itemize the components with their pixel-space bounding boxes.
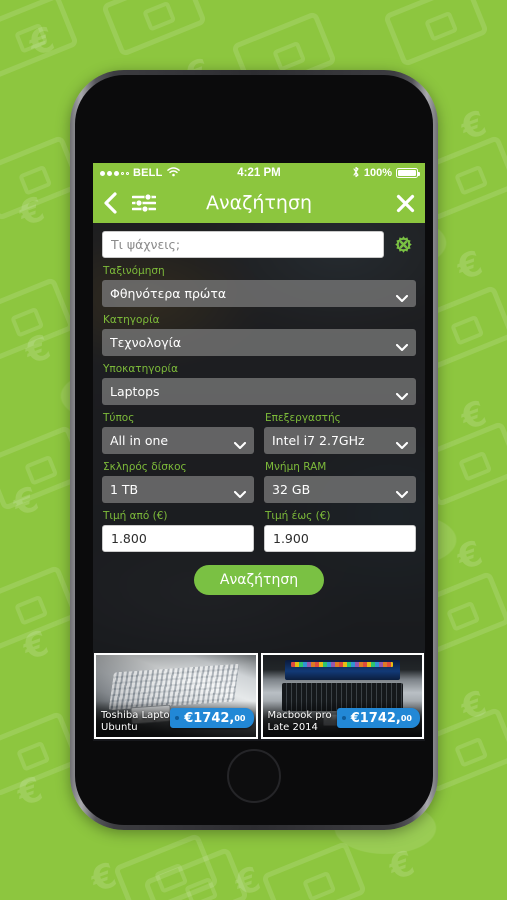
submit-row: Αναζήτηση [102,565,416,595]
price-to-input[interactable] [264,525,416,552]
select-category[interactable]: Τεχνολογία [102,329,416,356]
field-group-sort: Ταξινόμηση Φθηνότερα πρώτα [102,265,416,307]
field-label-category: Κατηγορία [103,314,160,326]
field-group-ram: Μνήμη RAM 32 GB [264,454,416,503]
product-card-macbook[interactable]: Macbook pro Late 2014 €1742, 00 [260,653,424,739]
field-row-price-range: Τιμή από (€) Τιμή έως (€) [102,503,416,552]
battery-percent-label: 100% [363,167,392,179]
signal-strength-icon [100,170,129,176]
app-content: BELL 4:21 PM 100% Αναζήτηση Τι ψάχνεις; … [93,163,425,741]
product-card-toshiba[interactable]: Toshiba Laptop Ubuntu €1742, 00 [94,653,258,739]
select-type[interactable]: All in one [102,427,254,454]
close-x-icon[interactable] [396,194,415,213]
wifi-icon [166,166,180,180]
field-row-disk-ram: Σκληρός δίσκος 1 TB Μνήμη RAM 32 GB [102,454,416,503]
price-amount: €1742, [350,710,401,726]
price-amount: €1742, [184,710,235,726]
bluetooth-icon [352,166,360,181]
chevron-left-icon[interactable] [103,192,118,214]
price-cents: 00 [234,713,246,723]
select-sort[interactable]: Φθηνότερα πρώτα [102,280,416,307]
field-label-hard-disk: Σκληρός δίσκος [103,461,187,473]
chevron-down-icon [233,486,247,499]
select-processor-value: Intel i7 2.7GHz [272,433,365,448]
select-subcategory[interactable]: Laptops [102,378,416,405]
carrier-label: BELL [133,167,163,179]
search-row [102,231,416,258]
chevron-down-icon [395,339,409,352]
navigation-bar: Αναζήτηση [93,183,425,223]
field-group-type: Τύπος All in one [102,405,254,454]
product-title-macbook: Macbook pro Late 2014 [268,710,332,733]
field-label-type: Τύπος [103,412,135,424]
chevron-down-icon [233,437,247,450]
field-group-subcategory: Υποκατηγορία Laptops [102,363,416,405]
status-bar-left: BELL [100,166,259,180]
chevron-down-icon [395,388,409,401]
chevron-down-icon [395,290,409,303]
phone-screen: BELL 4:21 PM 100% Αναζήτηση Τι ψάχνεις; … [93,163,425,741]
select-ram[interactable]: 32 GB [264,476,416,503]
page-root: € € € € € € € € € € € € € € € [0,0,507,900]
product-title-line2: Late 2014 [267,721,318,733]
select-hard-disk[interactable]: 1 TB [102,476,254,503]
field-group-price-from: Τιμή από (€) [102,503,254,552]
chevron-down-icon [395,486,409,499]
select-processor[interactable]: Intel i7 2.7GHz [264,427,416,454]
field-row-type-processor: Τύπος All in one Επεξεργαστής Intel i7 2… [102,405,416,454]
field-group-category: Κατηγορία Τεχνολογία [102,314,416,356]
product-title-line1: Toshiba Laptop [101,710,176,721]
select-ram-value: 32 GB [272,482,311,497]
select-category-value: Τεχνολογία [110,335,182,350]
chevron-down-icon [395,437,409,450]
product-title-line1: Macbook pro [267,710,332,721]
select-type-value: All in one [110,433,169,448]
phone-bezel: BELL 4:21 PM 100% Αναζήτηση Τι ψάχνεις; … [75,75,433,825]
search-input[interactable] [102,231,384,258]
field-label-processor: Επεξεργαστής [265,412,341,424]
field-group-hard-disk: Σκληρός δίσκος 1 TB [102,454,254,503]
sliders-icon[interactable] [132,193,156,213]
gear-icon[interactable] [391,232,416,257]
phone-device-frame: BELL 4:21 PM 100% Αναζήτηση Τι ψάχνεις; … [70,70,438,830]
product-title-toshiba: Toshiba Laptop Ubuntu [101,710,176,733]
search-form: Ταξινόμηση Φθηνότερα πρώτα Κατηγορία [93,223,425,595]
select-subcategory-value: Laptops [110,384,160,399]
results-strip: Toshiba Laptop Ubuntu €1742, 00 Macbook … [93,653,425,741]
field-group-processor: Επεξεργαστής Intel i7 2.7GHz [264,405,416,454]
field-label-sort: Ταξινόμηση [103,265,165,277]
field-group-price-to: Τιμή έως (€) [264,503,416,552]
battery-full-icon [396,168,421,178]
field-label-price-to: Τιμή έως (€) [265,510,331,522]
status-bar: BELL 4:21 PM 100% [93,163,425,183]
home-button[interactable] [227,749,281,803]
status-bar-right: 100% [259,166,421,181]
price-from-input[interactable] [102,525,254,552]
field-label-ram: Μνήμη RAM [265,461,327,473]
product-title-line2: Ubuntu [101,721,138,733]
field-label-price-from: Τιμή από (€) [103,510,168,522]
search-submit-button[interactable]: Αναζήτηση [193,565,325,595]
select-sort-value: Φθηνότερα πρώτα [110,286,227,301]
field-label-subcategory: Υποκατηγορία [103,363,179,375]
select-hard-disk-value: 1 TB [110,482,139,497]
price-cents: 00 [400,713,412,723]
price-tag-macbook: €1742, 00 [336,708,420,728]
price-tag-toshiba: €1742, 00 [170,708,254,728]
